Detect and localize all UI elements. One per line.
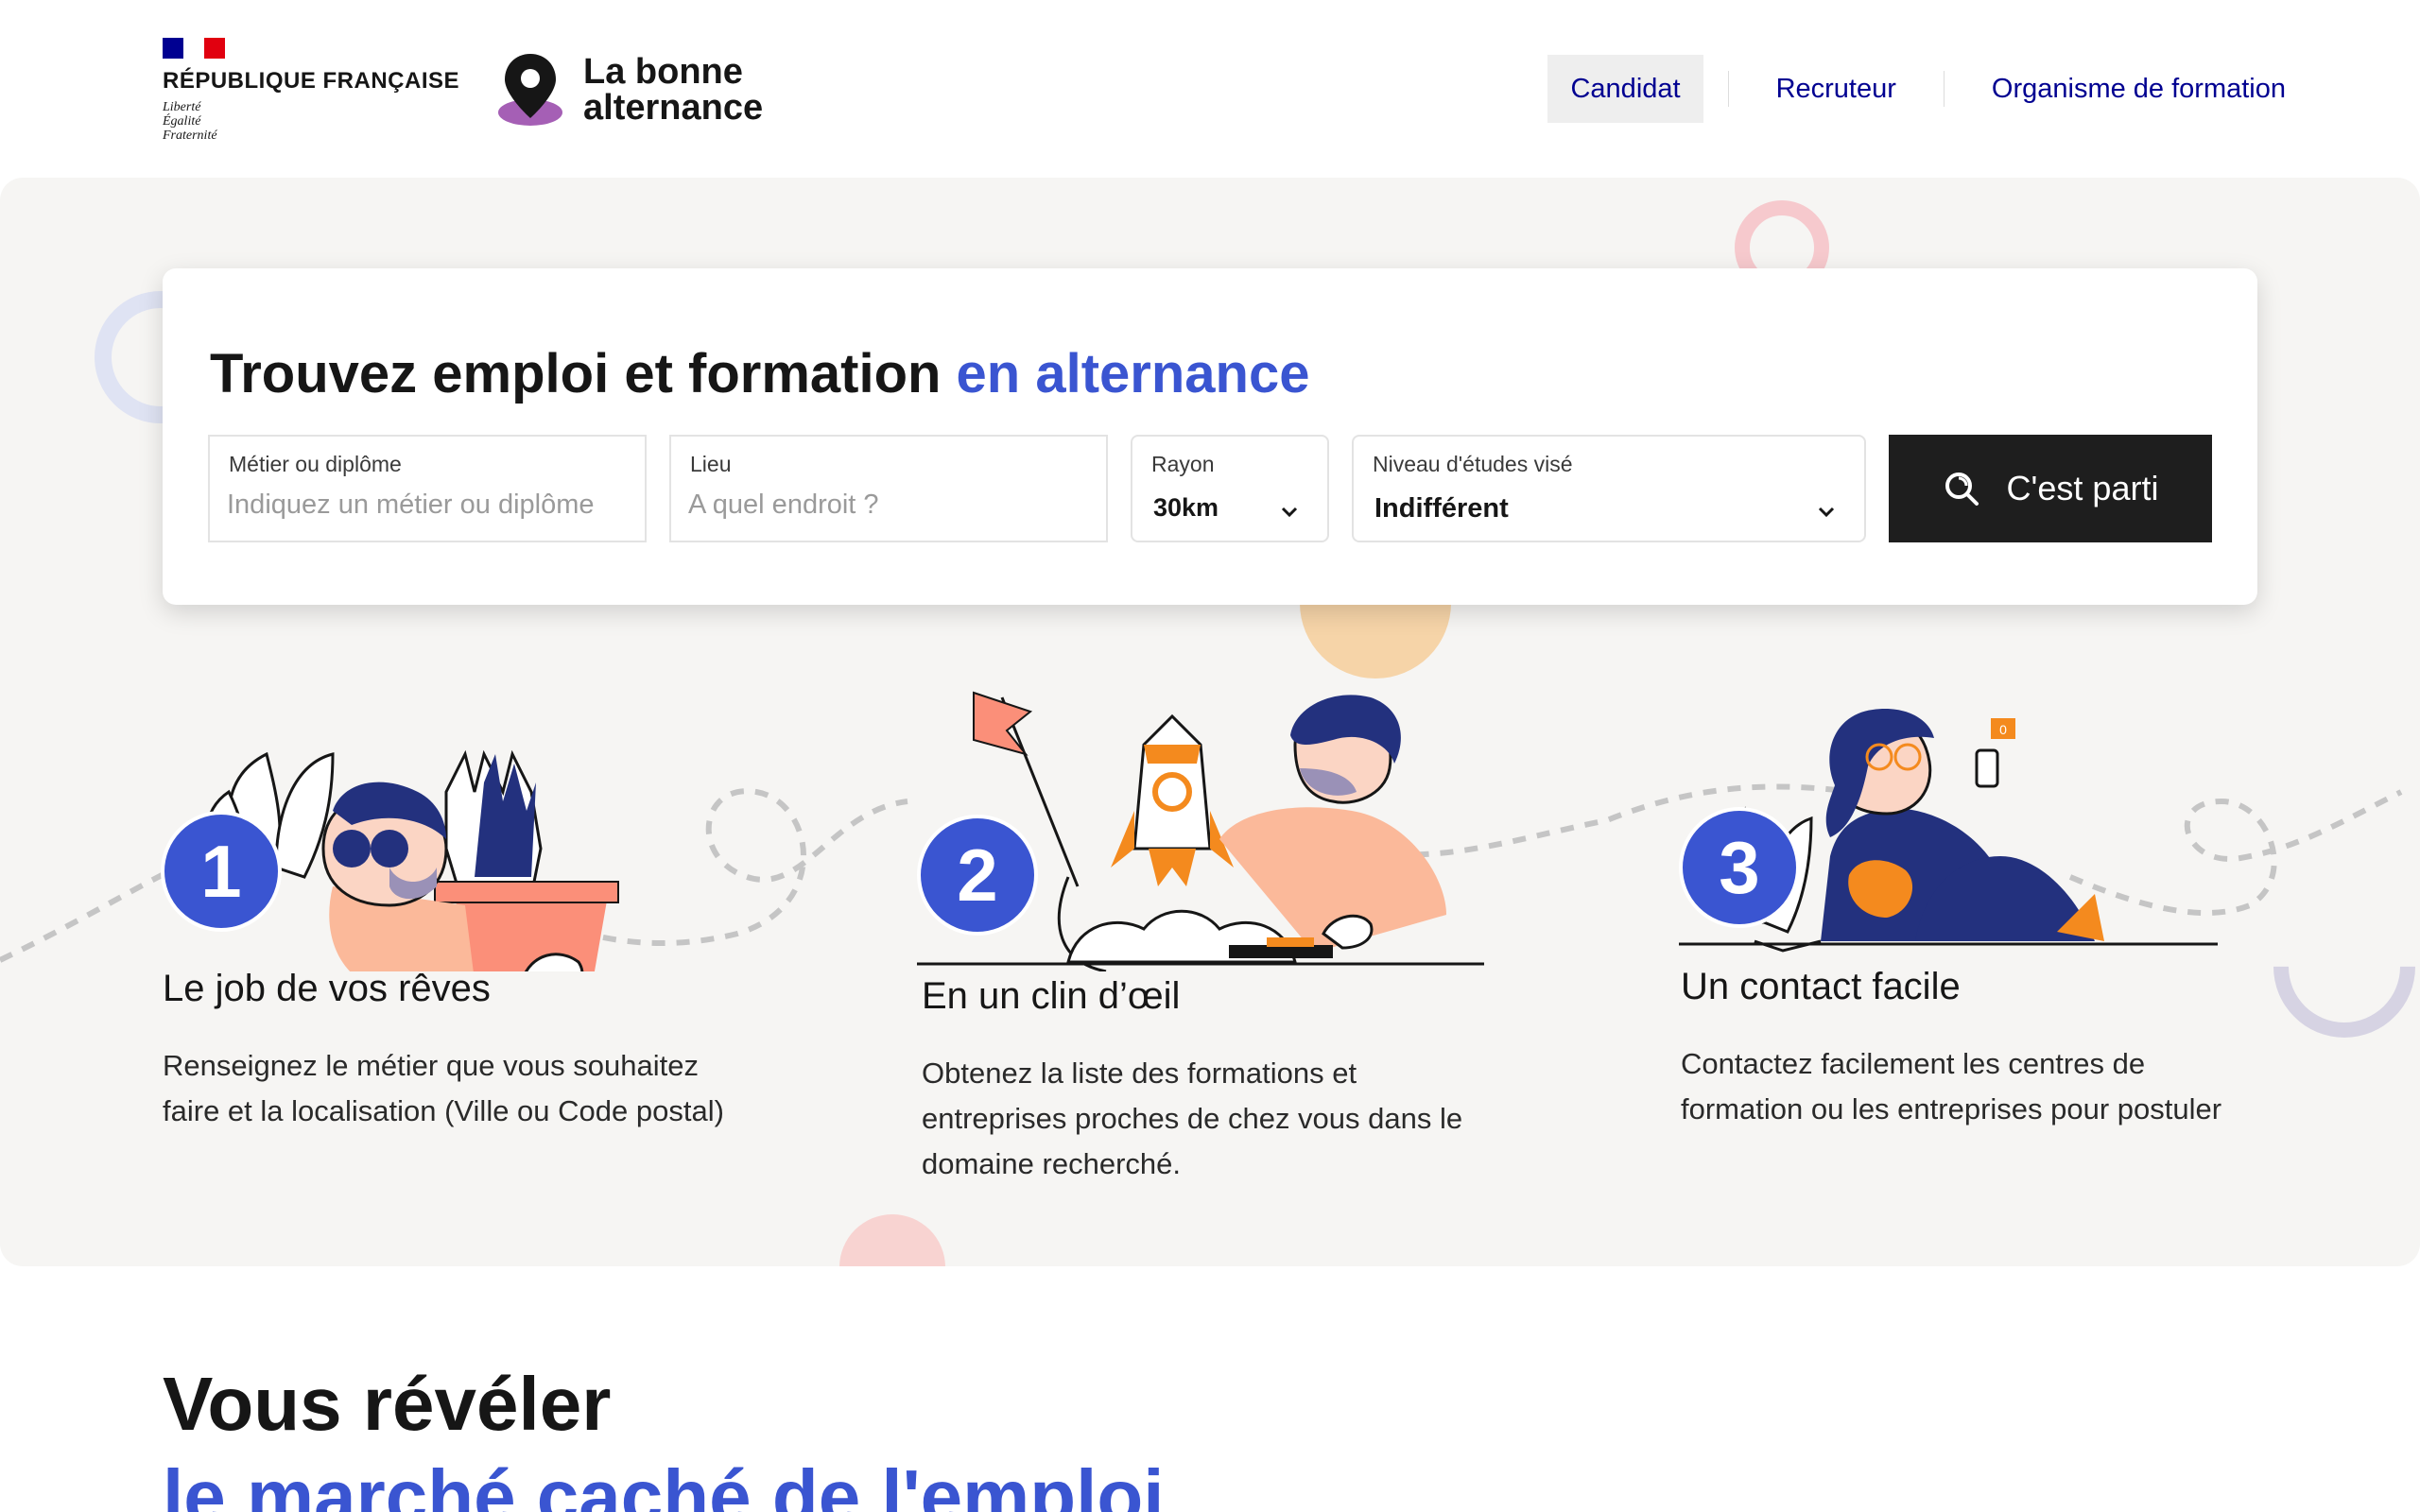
- search-icon: [1945, 472, 1979, 506]
- main-nav: Candidat Recruteur Organisme de formatio…: [1547, 55, 2308, 123]
- chevron-down-icon: [1281, 507, 1298, 518]
- job-field-label: Métier ou diplôme: [229, 452, 402, 476]
- brand-name: La bonne alternance: [583, 52, 764, 128]
- step1-number-badge: 1: [161, 811, 282, 932]
- site-header: RÉPUBLIQUE FRANÇAISE Liberté Égalité Fra…: [0, 0, 2420, 178]
- step1-description: Renseignez le métier que vous souhaitez …: [163, 1049, 724, 1127]
- place-field-label: Lieu: [690, 452, 732, 476]
- search-title: Trouvez emploi et formation en alternanc…: [210, 343, 1310, 404]
- location-pin-icon: [496, 52, 564, 128]
- job-field[interactable]: Métier ou diplôme: [208, 435, 647, 542]
- search-submit-button[interactable]: C'est parti: [1889, 435, 2212, 542]
- search-submit-label: C'est parti: [2006, 469, 2159, 507]
- step1-title: Le job de vos rêves: [163, 968, 491, 1009]
- place-input[interactable]: [688, 490, 1080, 521]
- nav-recruteur[interactable]: Recruteur: [1754, 55, 1919, 123]
- section-title: Vous révéler: [163, 1362, 612, 1446]
- step2-description: Obtenez la liste des formations et entre…: [922, 1057, 1463, 1180]
- step2-title: En un clin d’œil: [922, 975, 1181, 1017]
- place-field[interactable]: Lieu: [669, 435, 1108, 542]
- step3-description: Contactez facilement les centres de form…: [1681, 1047, 2222, 1125]
- nav-divider: [1727, 71, 1729, 107]
- search-form: Trouvez emploi et formation en alternanc…: [163, 268, 2257, 605]
- notification-count: 0: [1999, 722, 2007, 737]
- section-subtitle: le marché caché de l'emploi: [163, 1454, 1165, 1512]
- republique-name: RÉPUBLIQUE FRANÇAISE: [163, 68, 460, 94]
- nav-candidat[interactable]: Candidat: [1547, 55, 1703, 123]
- page: RÉPUBLIQUE FRANÇAISE Liberté Égalité Fra…: [0, 0, 2420, 1512]
- job-input[interactable]: [227, 490, 618, 521]
- step2-number-badge: 2: [917, 815, 1038, 936]
- republique-motto: Liberté Égalité Fraternité: [163, 100, 217, 143]
- level-select[interactable]: Niveau d'études visé Indifférent: [1352, 435, 1866, 542]
- brand-logo[interactable]: La bonne alternance: [496, 52, 791, 128]
- step3-title: Un contact facile: [1681, 966, 1961, 1007]
- level-label: Niveau d'études visé: [1373, 452, 1573, 476]
- nav-organisme-formation[interactable]: Organisme de formation: [1969, 55, 2308, 123]
- radius-label: Rayon: [1151, 452, 1215, 476]
- marianne-flag-icon: [163, 38, 225, 59]
- radius-select[interactable]: Rayon 30km: [1131, 435, 1329, 542]
- step3-number-badge: 3: [1679, 807, 1800, 928]
- radius-value: 30km: [1153, 493, 1219, 522]
- level-value: Indifférent: [1374, 493, 1509, 524]
- chevron-down-icon: [1818, 507, 1835, 518]
- republique-francaise-logo[interactable]: RÉPUBLIQUE FRANÇAISE Liberté Égalité Fra…: [163, 38, 459, 143]
- nav-divider: [1943, 71, 1945, 107]
